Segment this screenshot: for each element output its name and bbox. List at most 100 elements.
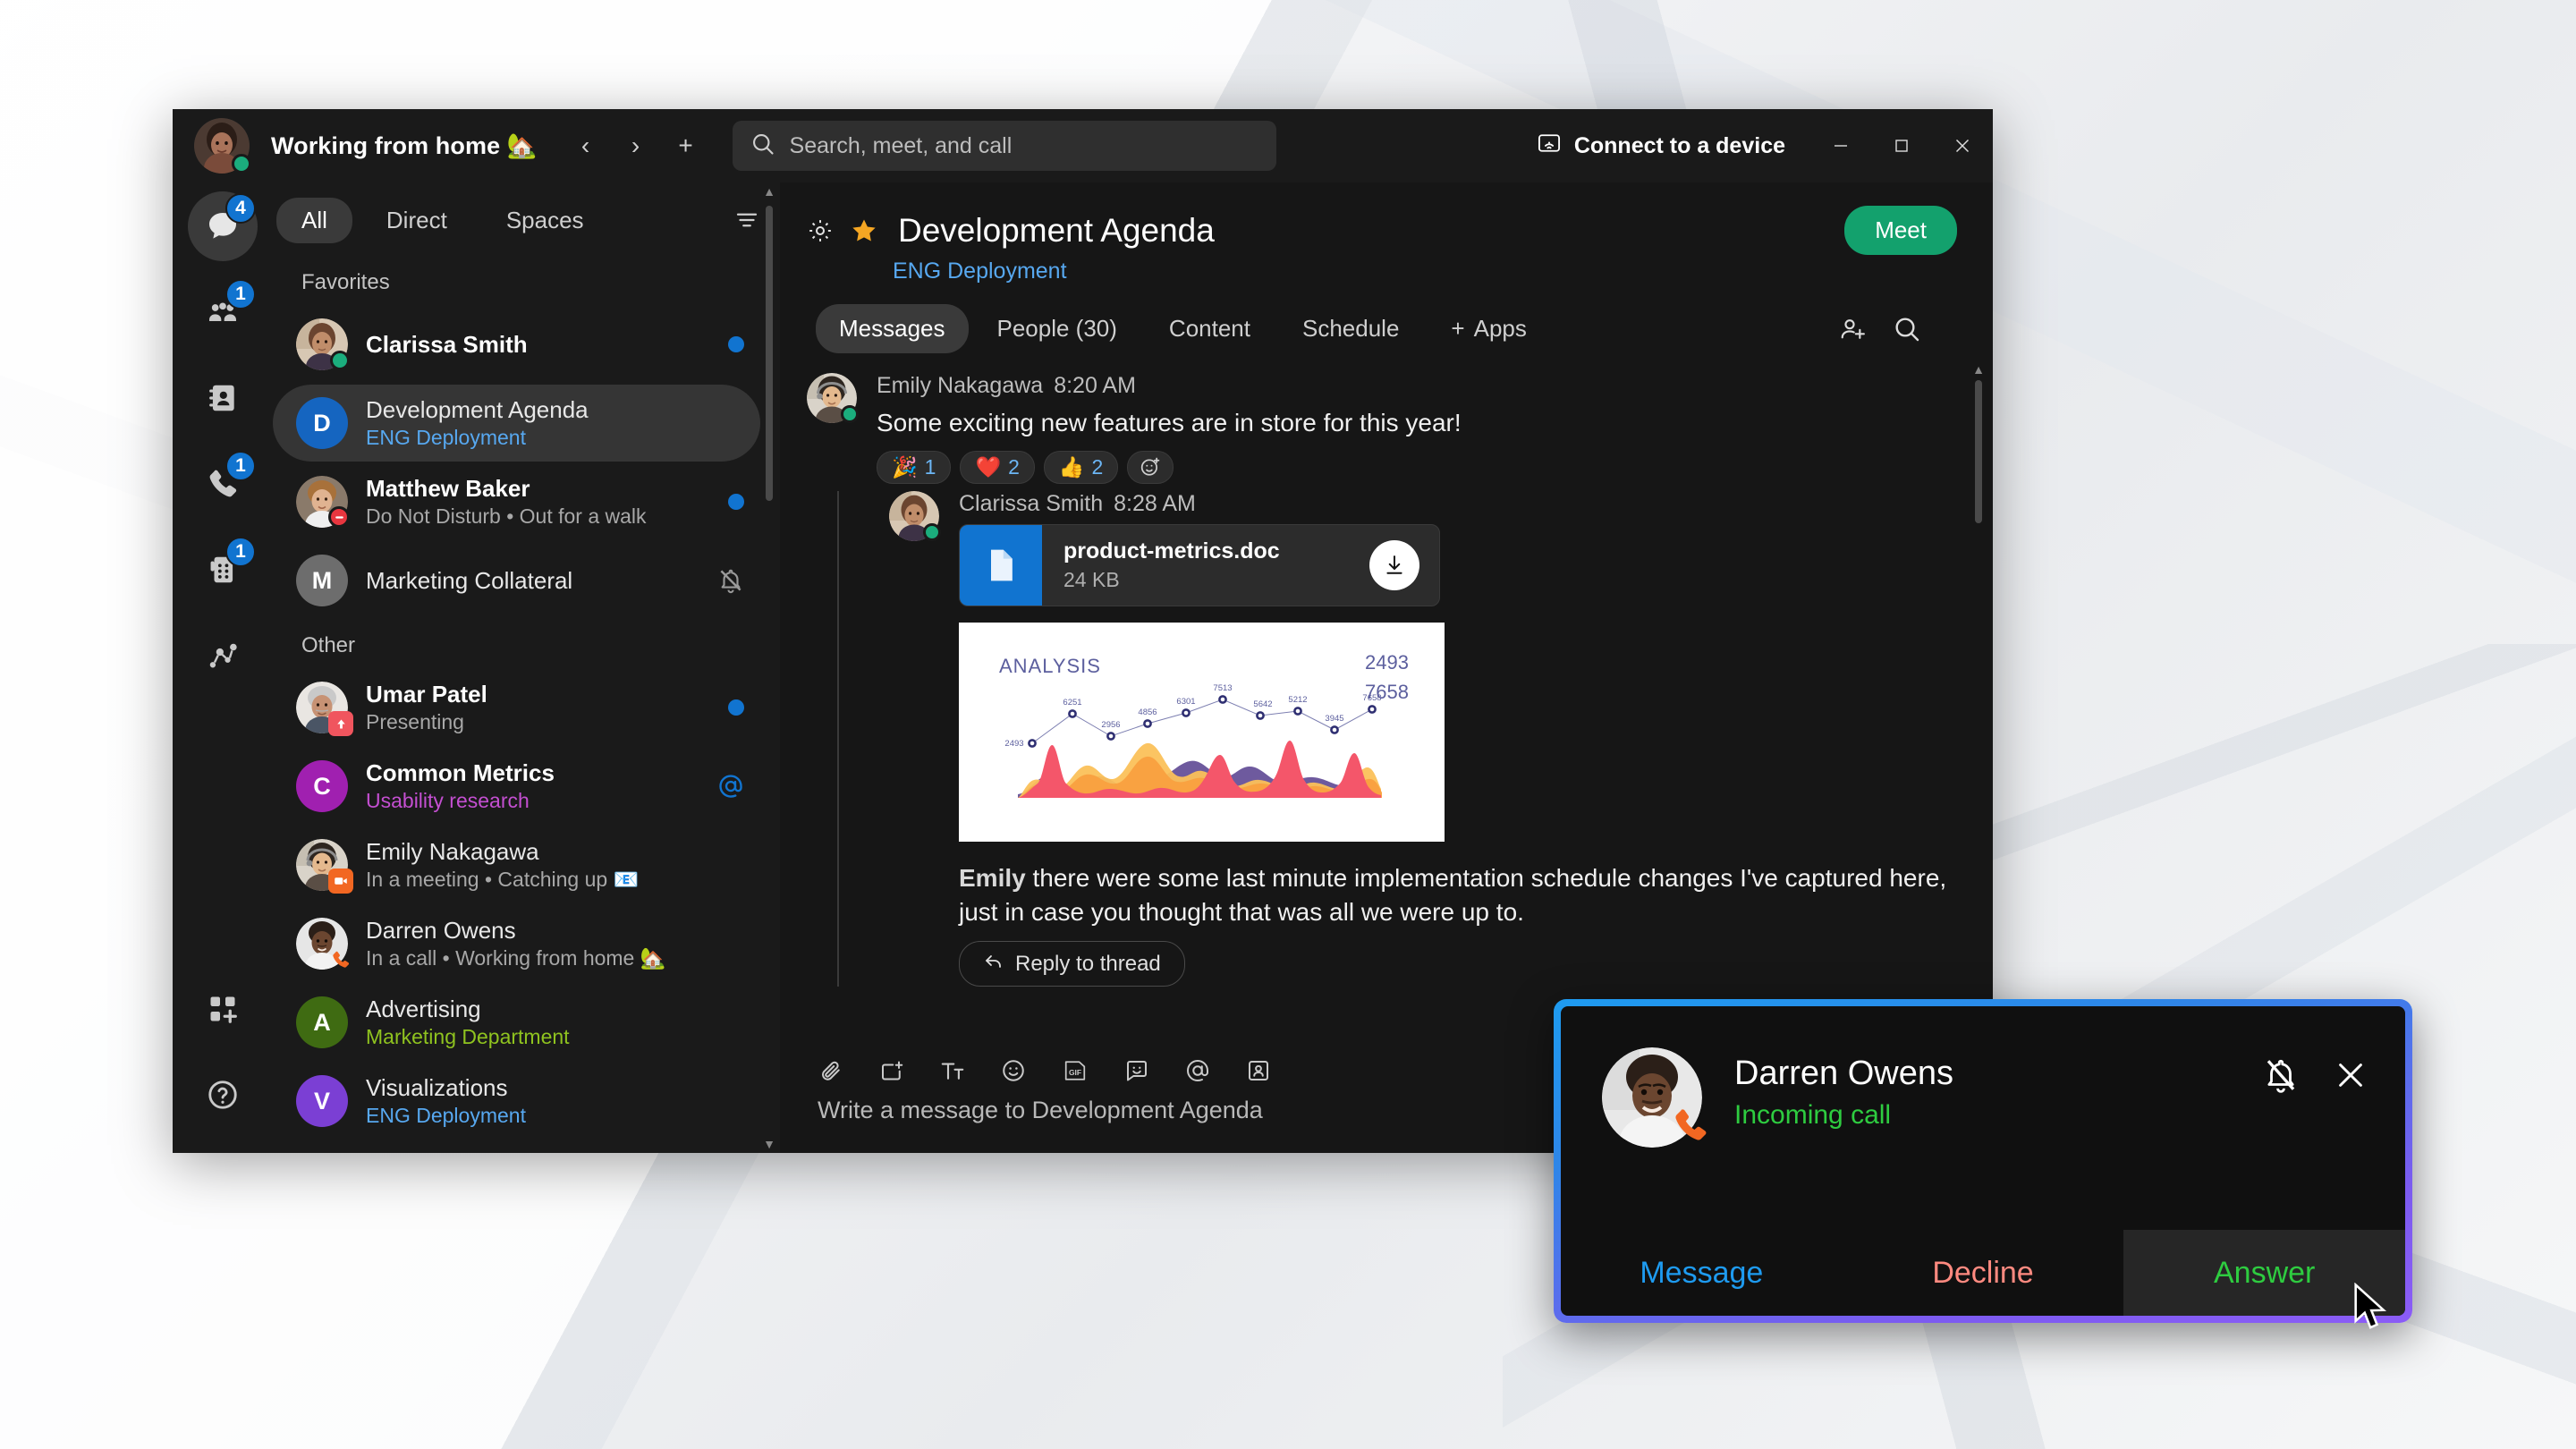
space-subtitle[interactable]: ENG Deployment <box>893 258 1957 284</box>
tab-content[interactable]: Content <box>1146 304 1274 353</box>
filter-spaces[interactable]: Spaces <box>481 198 609 243</box>
message-list: Emily Nakagawa 8:20 AM Some exciting new … <box>780 353 1993 1045</box>
add-reaction-icon[interactable] <box>1127 450 1174 484</box>
avatar: C <box>296 760 348 812</box>
mention-emily: Emily <box>959 863 1026 892</box>
conversation-umar-patel[interactable]: Umar Patel Presenting <box>273 669 760 746</box>
avatar[interactable] <box>889 490 941 541</box>
gif-icon[interactable]: GIF <box>1061 1057 1089 1084</box>
rail-item-messaging[interactable]: 4 <box>188 191 258 261</box>
connect-to-device-button[interactable]: Connect to a device <box>1512 109 1810 182</box>
attach-icon[interactable] <box>818 1057 844 1084</box>
conversation-text: Clarissa Smith <box>366 331 710 359</box>
bell-muted-icon[interactable] <box>2262 1056 2300 1094</box>
meet-button[interactable]: Meet <box>1844 206 1957 255</box>
format-text-icon[interactable] <box>939 1057 966 1084</box>
download-icon[interactable] <box>1369 539 1419 590</box>
person-card-icon[interactable] <box>1245 1057 1272 1084</box>
search-input[interactable]: Search, meet, and call <box>732 121 1276 171</box>
file-size: 24 KB <box>1063 567 1120 591</box>
answer-button[interactable]: Answer <box>2123 1230 2405 1316</box>
presence-indicator <box>841 405 859 423</box>
user-avatar[interactable] <box>194 118 251 174</box>
back-button[interactable]: ‹ <box>564 124 607 167</box>
people-add-icon[interactable] <box>1839 315 1868 343</box>
document-icon <box>960 524 1042 606</box>
message-time: 8:28 AM <box>1114 490 1196 516</box>
conversation-text: Emily Nakagawa In a meeting • Catching u… <box>366 838 744 892</box>
conversation-common-metrics[interactable]: C Common Metrics Usability research <box>273 748 760 825</box>
sticker-icon[interactable] <box>1123 1057 1150 1084</box>
heart-emoji: ❤️ <box>975 454 1002 479</box>
conversation-emily-nakagawa[interactable]: Emily Nakagawa In a meeting • Catching u… <box>273 826 760 903</box>
avatar <box>296 918 350 970</box>
scrollbar-up-arrow[interactable]: ▲ <box>1972 360 1985 378</box>
chart-label-2: 6251 <box>1063 698 1081 708</box>
tab-messages[interactable]: Messages <box>816 304 969 353</box>
emoji-icon[interactable] <box>1000 1057 1027 1084</box>
conversation-text: Umar Patel Presenting <box>366 681 710 734</box>
conversation-matthew-baker[interactable]: Matthew Baker Do Not Disturb • Out for a… <box>273 463 760 540</box>
close-icon[interactable] <box>2332 1056 2369 1094</box>
tab-people[interactable]: People (30) <box>974 304 1140 353</box>
svg-text:GIF: GIF <box>1069 1068 1081 1077</box>
message-scrollbar[interactable]: ▲ <box>1972 360 1985 1038</box>
gear-icon[interactable] <box>807 217 834 244</box>
chart-area-svg: 2493 6251 2956 4856 6301 7513 5642 5212 <box>1004 683 1382 798</box>
conversation-visualizations[interactable]: V Visualizations ENG Deployment <box>273 1063 760 1140</box>
scrollbar-thumb[interactable] <box>1975 380 1982 523</box>
rail-item-help[interactable] <box>188 1060 258 1130</box>
reaction-thumbsup[interactable]: 👍 2 <box>1043 450 1119 484</box>
conversation-text: Darren Owens In a call • Working from ho… <box>366 917 744 970</box>
maximize-button[interactable] <box>1871 109 1932 182</box>
tab-schedule[interactable]: Schedule <box>1279 304 1422 353</box>
screen-capture-icon[interactable] <box>878 1057 905 1084</box>
avatar <box>296 839 353 894</box>
reaction-count: 2 <box>1008 454 1020 479</box>
scrollbar-thumb[interactable] <box>766 206 773 501</box>
avatar[interactable] <box>807 373 859 423</box>
conversation-text: Marketing Collateral <box>366 567 699 595</box>
scrollbar-down-arrow[interactable]: ▼ <box>763 1135 775 1153</box>
rail-badge-calling: 1 <box>225 451 256 481</box>
rail-item-calling[interactable]: 1 <box>188 449 258 519</box>
message-button[interactable]: Message <box>1561 1230 1843 1316</box>
filter-lines-icon[interactable] <box>733 207 760 233</box>
chart-preview[interactable]: ANALYSIS 2493 7658 2493 6251 2956 4856 6… <box>959 622 1445 842</box>
file-meta: product-metrics.doc 24 KB <box>1042 538 1369 592</box>
avatar-initial: A <box>296 996 348 1048</box>
conversation-title: Darren Owens <box>366 917 516 944</box>
conversation-scrollbar[interactable]: ▲ ▼ <box>763 182 775 1153</box>
rail-item-teams[interactable]: 1 <box>188 277 258 347</box>
minimize-button[interactable] <box>1810 109 1871 182</box>
tab-apps[interactable]: + Apps <box>1428 304 1549 353</box>
filter-direct[interactable]: Direct <box>361 198 472 243</box>
conversation-marketing-collateral[interactable]: M Marketing Collateral <box>273 542 760 619</box>
avatar: D <box>296 397 348 449</box>
scrollbar-up-arrow[interactable]: ▲ <box>763 182 775 200</box>
conversation-advertising[interactable]: A Advertising Marketing Department <box>273 984 760 1061</box>
mention-icon[interactable] <box>1184 1057 1211 1084</box>
rail-item-apps[interactable] <box>188 974 258 1044</box>
conversation-darren-owens[interactable]: Darren Owens In a call • Working from ho… <box>273 905 760 982</box>
reply-to-thread-button[interactable]: Reply to thread <box>959 941 1185 987</box>
file-attachment-card[interactable]: product-metrics.doc 24 KB <box>959 523 1440 606</box>
in-meeting-badge-icon <box>328 869 353 894</box>
conversation-development-agenda[interactable]: D Development Agenda ENG Deployment <box>273 385 760 462</box>
rail-item-devices[interactable]: 1 <box>188 535 258 605</box>
section-label-other: Other <box>301 633 356 657</box>
caller-avatar <box>1602 1047 1707 1148</box>
conversation-subtitle: ENG Deployment <box>366 426 526 449</box>
filter-all[interactable]: All <box>276 197 352 243</box>
decline-button[interactable]: Decline <box>1843 1230 2124 1316</box>
new-button[interactable]: + <box>665 124 708 167</box>
forward-button[interactable]: › <box>614 124 657 167</box>
reaction-heart[interactable]: ❤️ 2 <box>960 450 1035 484</box>
star-filled-icon[interactable] <box>850 216 878 245</box>
rail-item-insights[interactable] <box>188 621 258 691</box>
rail-item-contacts[interactable] <box>188 363 258 433</box>
conversation-clarissa-smith[interactable]: Clarissa Smith <box>273 306 760 383</box>
reaction-party[interactable]: 🎉 1 <box>877 450 952 484</box>
search-icon[interactable] <box>1893 315 1921 343</box>
close-button[interactable] <box>1932 109 1993 182</box>
